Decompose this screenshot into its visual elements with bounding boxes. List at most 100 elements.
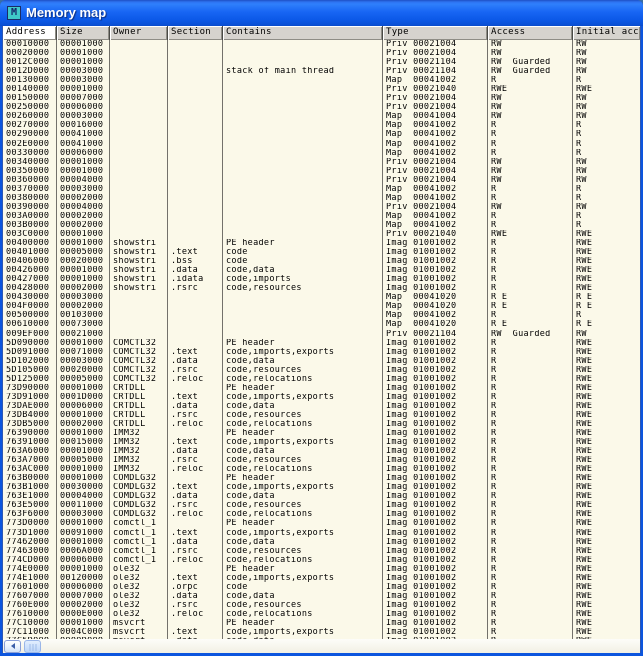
cell-owner: COMCTL32 (110, 348, 168, 357)
table-row[interactable]: 0037000000003000Map 00041002RR (3, 185, 640, 194)
table-row[interactable]: 77C110000004C000msvcrt.textcode,imports,… (3, 628, 640, 637)
titlebar[interactable]: M Memory map (0, 0, 643, 26)
table-row[interactable]: 0012C00000001000Priv 00021104RW GuardedR… (3, 58, 640, 67)
table-row[interactable]: 0027000000016000Map 00041002RR (3, 121, 640, 130)
column-header-size[interactable]: Size (57, 26, 110, 40)
table-row[interactable]: 0042800000002000showstri.rsrccode,resour… (3, 284, 640, 293)
table-row[interactable]: 773D000000001000comctl_1PE headerImag 01… (3, 519, 640, 528)
table-row[interactable]: 774E100000120000ole32.textcode,imports,e… (3, 574, 640, 583)
table-row[interactable]: 0040100000005000showstri.textcodeImag 01… (3, 248, 640, 257)
table-row[interactable]: 0001000000001000Priv 00021004RWRW (3, 40, 640, 49)
table-row[interactable]: 73DB500000002000CRTDLL.reloccode,relocat… (3, 420, 640, 429)
table-row[interactable]: 0050000000103000Map 00041002RR (3, 311, 640, 320)
cell-access: R (488, 610, 573, 619)
cell-size: 00002000 (57, 420, 110, 429)
table-row[interactable]: 77C1000000001000msvcrtPE headerImag 0100… (3, 619, 640, 628)
table-row[interactable]: 0040600000020000showstri.bsscodeImag 010… (3, 257, 640, 266)
cell-contains: code,data (223, 357, 383, 366)
table-row[interactable]: 0014000000001000Priv 00021040RWERWE (3, 85, 640, 94)
table-row[interactable]: 0013000000003000Map 00041002RR (3, 76, 640, 85)
table-row[interactable]: 5D09100000071000COMCTL32.textcode,import… (3, 348, 640, 357)
table-row[interactable]: 73DAE00000006000CRTDLL.datacode,dataImag… (3, 402, 640, 411)
table-row[interactable]: 73D910000001D000CRTDLL.textcode,imports,… (3, 393, 640, 402)
table-row[interactable]: 0029000000041000Map 00041002RR (3, 130, 640, 139)
cell-contains (223, 221, 383, 230)
scroll-left-button[interactable] (4, 640, 21, 653)
table-row[interactable]: 003C000000001000Priv 00021040RWERWE (3, 230, 640, 239)
table-row[interactable]: 0002000000001000Priv 00021004RWRW (3, 49, 640, 58)
table-row[interactable]: 763A700000005000IMM32.rsrccode,resources… (3, 456, 640, 465)
table-row[interactable]: 763A600000001000IMM32.datacode,dataImag … (3, 447, 640, 456)
table-row[interactable]: 002E000000041000Map 00041002RR (3, 140, 640, 149)
table-row[interactable]: 763F600000003000COMDLG32.reloccode,reloc… (3, 510, 640, 519)
table-row[interactable]: 763AC00000001000IMM32.reloccode,relocati… (3, 465, 640, 474)
cell-type: Imag 01001002 (383, 547, 488, 556)
table-row[interactable]: 0012D00000003000stack of main threadPriv… (3, 67, 640, 76)
cell-address: 00250000 (3, 103, 57, 112)
table-row[interactable]: 0036000000004000Priv 00021004RWRW (3, 176, 640, 185)
column-header-type[interactable]: Type (383, 26, 488, 40)
scrollbar-track[interactable] (3, 639, 640, 653)
table-row[interactable]: 776100000000E000ole32.reloccode,relocati… (3, 610, 640, 619)
table-row[interactable]: 0040000000001000showstriPE headerImag 01… (3, 239, 640, 248)
table-row[interactable]: 7639000000001000IMM32PE headerImag 01001… (3, 429, 640, 438)
table-row[interactable]: 7760100000006000ole32.orpccodeImag 01001… (3, 583, 640, 592)
table-row[interactable]: 7760E00000002000ole32.rsrccode,resources… (3, 601, 640, 610)
table-row[interactable]: 0043000000003000Map 00041020R ER E (3, 293, 640, 302)
table-row[interactable]: 0026000000003000Map 00041004RWRW (3, 112, 640, 121)
cell-initial-access: R E (573, 293, 640, 302)
table-row[interactable]: 774630000006A000comctl_1.rsrccode,resour… (3, 547, 640, 556)
table-row[interactable]: 763B000000001000COMDLG32PE headerImag 01… (3, 474, 640, 483)
cell-type: Imag 01001002 (383, 610, 488, 619)
table-row[interactable]: 0015000000007000Priv 00021004RWRW (3, 94, 640, 103)
table-row[interactable]: 0034000000001000Priv 00021004RWRW (3, 158, 640, 167)
table-row[interactable]: 0033000000006000Map 00041002RR (3, 149, 640, 158)
table-row[interactable]: 5D10200000003000COMCTL32.datacode,dataIm… (3, 357, 640, 366)
table-row[interactable]: 7760700000007000ole32.datacode,dataImag … (3, 592, 640, 601)
table-row[interactable]: 003B000000002000Map 00041002RR (3, 221, 640, 230)
table-row[interactable]: 7746200000001000comctl_1.datacode,dataIm… (3, 538, 640, 547)
memory-map-window-icon[interactable]: M (7, 6, 21, 20)
scrollbar-thumb[interactable] (24, 640, 41, 653)
table-row[interactable]: 004F000000002000Map 00041020R ER E (3, 302, 640, 311)
column-header-initial-access[interactable]: Initial acc (573, 26, 640, 40)
cell-size: 00016000 (57, 121, 110, 130)
table-row[interactable]: 5D09000000001000COMCTL32PE headerImag 01… (3, 339, 640, 348)
table-row[interactable]: 763E100000004000COMDLG32.datacode,dataIm… (3, 492, 640, 501)
table-row[interactable]: 5D10500000020000COMCTL32.rsrccode,resour… (3, 366, 640, 375)
table-row[interactable]: 0035000000001000Priv 00021004RWRW (3, 167, 640, 176)
cell-initial-access: RWE (573, 565, 640, 574)
column-header-address[interactable]: Address (3, 26, 57, 40)
cell-address: 00401000 (3, 248, 57, 257)
table-row[interactable]: 0061000000073000Map 00041020R ER E (3, 320, 640, 329)
table-row[interactable]: 73DB400000001000CRTDLL.rsrccode,resource… (3, 411, 640, 420)
table-row[interactable]: 0025000000006000Priv 00021004RWRW (3, 103, 640, 112)
table-row[interactable]: 003A000000002000Map 00041002RR (3, 212, 640, 221)
cell-address: 00010000 (3, 40, 57, 49)
table-row[interactable]: 0042700000001000showstri.idatacode,impor… (3, 275, 640, 284)
cell-contains (223, 76, 383, 85)
table-row[interactable]: 774CD00000006000comctl_1.reloccode,reloc… (3, 556, 640, 565)
table-row[interactable]: 73D9000000001000CRTDLLPE headerImag 0100… (3, 384, 640, 393)
column-header-owner[interactable]: Owner (110, 26, 168, 40)
table-row[interactable]: 774E000000001000ole32PE headerImag 01001… (3, 565, 640, 574)
table-row[interactable]: 763E500000011000COMDLG32.rsrccode,resour… (3, 501, 640, 510)
table-row[interactable]: 7639100000015000IMM32.textcode,imports,e… (3, 438, 640, 447)
column-header-contains[interactable]: Contains (223, 26, 383, 40)
table-row[interactable]: 763B100000030000COMDLG32.textcode,import… (3, 483, 640, 492)
table-row[interactable]: 0042600000001000showstri.datacode,dataIm… (3, 266, 640, 275)
table-row[interactable]: 5D12500000005000COMCTL32.reloccode,reloc… (3, 375, 640, 384)
table-row[interactable]: 773D100000091000comctl_1.textcode,import… (3, 529, 640, 538)
table-row[interactable]: 009EF00000021000Priv 00021104RW GuardedR… (3, 330, 640, 339)
cell-initial-access: RW (573, 49, 640, 58)
cell-section: .rsrc (168, 284, 223, 293)
table-row[interactable]: 0038000000002000Map 00041002RR (3, 194, 640, 203)
cell-size: 00003000 (57, 510, 110, 519)
horizontal-scrollbar[interactable] (3, 639, 640, 653)
cell-section (168, 212, 223, 221)
table-row[interactable]: 0039000000004000Priv 00021004RWRW (3, 203, 640, 212)
cell-address: 763A7000 (3, 456, 57, 465)
cell-type: Imag 01001002 (383, 266, 488, 275)
column-header-section[interactable]: Section (168, 26, 223, 40)
column-header-access[interactable]: Access (488, 26, 573, 40)
